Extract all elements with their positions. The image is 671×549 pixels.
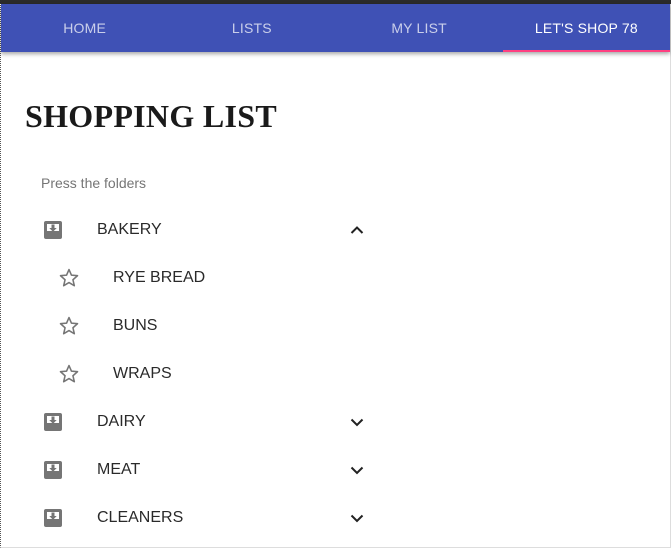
- folder-dairy[interactable]: DAIRY: [24, 398, 384, 446]
- item-label: WRAPS: [113, 365, 172, 382]
- star-outline-icon[interactable]: [58, 363, 80, 385]
- folder-label: BAKERY: [97, 221, 162, 238]
- folder-meat[interactable]: MEAT: [24, 446, 384, 494]
- tab-home-label: HOME: [63, 20, 107, 36]
- page-title: SHOPPING LIST: [25, 98, 277, 134]
- instruction-text: Press the folders: [41, 175, 147, 191]
- tab-lists-label: LISTS: [231, 20, 272, 36]
- tab-my-list[interactable]: MY LIST: [336, 4, 503, 52]
- tab-lets-shop[interactable]: LET'S SHOP 78: [502, 4, 671, 52]
- tab-my-list-label: MY LIST: [391, 20, 447, 36]
- chevron-down-icon[interactable]: [348, 413, 366, 431]
- inbox-download-icon: [42, 219, 64, 241]
- folder-cleaners[interactable]: CLEANERS: [24, 494, 384, 542]
- chevron-down-icon[interactable]: [348, 509, 366, 527]
- tab-lets-shop-label: LET'S SHOP 78: [534, 20, 638, 36]
- inbox-download-icon: [42, 459, 64, 481]
- folder-label: MEAT: [97, 461, 141, 478]
- inbox-download-icon: [42, 411, 64, 433]
- list-item-buns[interactable]: BUNS: [24, 302, 384, 350]
- folder-label: DAIRY: [97, 413, 146, 430]
- folder-label: CLEANERS: [97, 509, 184, 526]
- folder-bakery[interactable]: BAKERY: [24, 206, 384, 254]
- chevron-down-icon[interactable]: [348, 461, 366, 479]
- item-label: BUNS: [113, 317, 158, 334]
- tab-lists[interactable]: LISTS: [168, 4, 335, 52]
- star-outline-icon[interactable]: [58, 315, 80, 337]
- item-label: RYE BREAD: [113, 269, 206, 286]
- top-nav-bar: HOME LISTS MY LIST LET'S SHOP 78: [1, 4, 671, 52]
- chevron-up-icon[interactable]: [348, 221, 366, 239]
- inbox-download-icon: [42, 507, 64, 529]
- star-outline-icon[interactable]: [58, 267, 80, 289]
- list-item-rye-bread[interactable]: RYE BREAD: [24, 254, 384, 302]
- tab-home[interactable]: HOME: [1, 4, 168, 52]
- list-item-wraps[interactable]: WRAPS: [24, 350, 384, 398]
